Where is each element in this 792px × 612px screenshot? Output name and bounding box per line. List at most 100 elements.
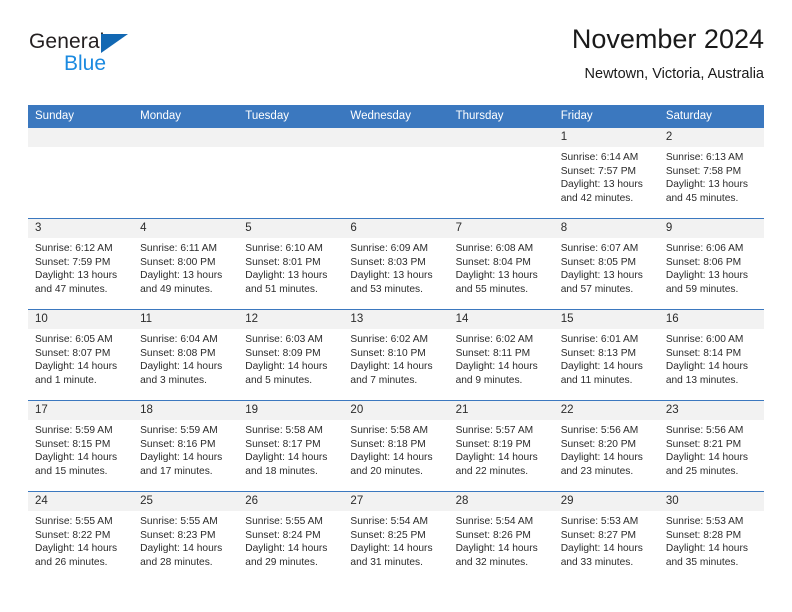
calendar-day-cell[interactable]: 1 Sunrise: 6:14 AM Sunset: 7:57 PM Daylight… [553, 128, 659, 219]
calendar-day-cell[interactable]: 30 Sunrise: 5:53 AM Sunset: 8:28 PM Dayligh… [658, 491, 764, 582]
daylight-duration-line1: Daylight: 14 hours [140, 543, 223, 555]
weekday-header: Sunday Monday Tuesday Wednesday Thursday Frid… [28, 105, 764, 128]
day-number: 29 [553, 492, 659, 511]
day-number: 5 [238, 219, 344, 238]
daylight-duration-line2: and 59 minutes. [665, 283, 739, 295]
daylight-duration-line2: and 29 minutes. [245, 556, 318, 568]
day-number: 4 [133, 219, 239, 238]
sunset-time: Sunset: 8:24 PM [245, 529, 321, 541]
day-box: 18 Sunrise: 5:59 AM Sunset: 8:16 PM Dayligh… [133, 401, 239, 491]
daylight-duration-line2: and 28 minutes. [140, 556, 213, 568]
day-sun-info: Sunrise: 6:13 AM Sunset: 7:58 PM Daylight:… [659, 147, 764, 205]
day-sun-info: Sunrise: 6:05 AM Sunset: 8:07 PM Daylight:… [28, 329, 133, 387]
day-sun-info: Sunrise: 5:55 AM Sunset: 8:23 PM Daylight:… [133, 511, 238, 569]
day-number: 8 [553, 219, 659, 238]
weekday-header-wednesday: Wednesday [343, 105, 449, 128]
day-box: 22 Sunrise: 5:56 AM Sunset: 8:20 PM Dayligh… [553, 401, 659, 491]
calendar-day-cell[interactable]: 21 Sunrise: 5:57 AM Sunset: 8:19 PM Dayligh… [448, 400, 554, 492]
sunrise-time: Sunrise: 6:13 AM [665, 152, 744, 163]
calendar-day-cell[interactable]: 9 Sunrise: 6:06 AM Sunset: 8:06 PM Daylight… [658, 218, 764, 310]
daylight-duration-line2: and 26 minutes. [35, 556, 108, 568]
day-box: 14 Sunrise: 6:02 AM Sunset: 8:11 PM Dayligh… [448, 310, 554, 400]
calendar-day-cell[interactable]: 17 Sunrise: 5:59 AM Sunset: 8:15 PM Dayligh… [28, 400, 134, 492]
calendar-day-cell[interactable]: 6 Sunrise: 6:09 AM Sunset: 8:03 PM Daylight… [343, 218, 449, 310]
daylight-duration-line1: Daylight: 14 hours [245, 361, 328, 373]
daylight-duration-line2: and 9 minutes. [455, 374, 523, 386]
day-sun-info: Sunrise: 5:59 AM Sunset: 8:15 PM Daylight:… [28, 420, 133, 478]
sunset-time: Sunset: 8:27 PM [560, 529, 637, 541]
daylight-duration-line1: Daylight: 14 hours [665, 543, 748, 555]
calendar-day-cell[interactable]: 29 Sunrise: 5:53 AM Sunset: 8:27 PM Dayligh… [553, 491, 659, 582]
day-number: 17 [28, 401, 134, 420]
day-sun-info: Sunrise: 6:10 AM Sunset: 8:01 PM Daylight:… [238, 238, 343, 296]
sunrise-time: Sunrise: 6:08 AM [455, 243, 534, 254]
calendar-day-cell[interactable]: 12 Sunrise: 6:03 AM Sunset: 8:09 PM Dayligh… [238, 309, 344, 401]
day-sun-info: Sunrise: 6:06 AM Sunset: 8:06 PM Daylight:… [659, 238, 764, 296]
day-box: 13 Sunrise: 6:02 AM Sunset: 8:10 PM Dayligh… [343, 310, 449, 400]
sunrise-time: Sunrise: 6:14 AM [560, 152, 639, 163]
sunset-time: Sunset: 8:15 PM [35, 438, 111, 450]
calendar-day-cell[interactable]: 7 Sunrise: 6:08 AM Sunset: 8:04 PM Daylight… [448, 218, 554, 310]
calendar-header-row: Sunday Monday Tuesday Wednesday Thursday Frid… [28, 105, 764, 128]
sunrise-time: Sunrise: 5:53 AM [560, 516, 639, 527]
calendar-day-cell[interactable]: 16 Sunrise: 6:00 AM Sunset: 8:14 PM Dayligh… [658, 309, 764, 401]
day-number: 27 [343, 492, 449, 511]
daylight-duration-line2: and 11 minutes. [560, 374, 633, 386]
calendar-day-cell[interactable]: 18 Sunrise: 5:59 AM Sunset: 8:16 PM Dayligh… [133, 400, 239, 492]
calendar-day-cell[interactable]: 19 Sunrise: 5:58 AM Sunset: 8:17 PM Dayligh… [238, 400, 344, 492]
calendar-day-cell[interactable]: 3 Sunrise: 6:12 AM Sunset: 7:59 PM Daylight… [28, 218, 134, 310]
calendar-cell-empty [238, 128, 344, 219]
daylight-duration-line1: Daylight: 14 hours [35, 452, 118, 464]
day-number: 9 [658, 219, 764, 238]
day-number: 22 [553, 401, 659, 420]
calendar-week-row: 17 Sunrise: 5:59 AM Sunset: 8:15 PM Dayligh… [28, 400, 764, 492]
calendar-day-cell[interactable]: 15 Sunrise: 6:01 AM Sunset: 8:13 PM Dayligh… [553, 309, 659, 401]
daylight-duration-line1: Daylight: 14 hours [350, 543, 433, 555]
day-sun-info: Sunrise: 5:53 AM Sunset: 8:28 PM Daylight:… [659, 511, 764, 569]
daylight-duration-line2: and 25 minutes. [665, 465, 739, 477]
calendar-day-cell[interactable]: 8 Sunrise: 6:07 AM Sunset: 8:05 PM Daylight… [553, 218, 659, 310]
brand-name-general: General [29, 30, 105, 53]
calendar-day-cell[interactable]: 24 Sunrise: 5:55 AM Sunset: 8:22 PM Dayligh… [28, 491, 134, 582]
calendar-day-cell[interactable]: 4 Sunrise: 6:11 AM Sunset: 8:00 PM Daylight… [133, 218, 239, 310]
daylight-duration-line1: Daylight: 13 hours [665, 270, 748, 282]
calendar-day-cell[interactable]: 14 Sunrise: 6:02 AM Sunset: 8:11 PM Dayligh… [448, 309, 554, 401]
calendar-day-cell[interactable]: 11 Sunrise: 6:04 AM Sunset: 8:08 PM Dayligh… [133, 309, 239, 401]
brand-logo[interactable]: General Blue [28, 28, 218, 84]
calendar-day-cell[interactable]: 25 Sunrise: 5:55 AM Sunset: 8:23 PM Dayligh… [133, 491, 239, 582]
calendar-day-cell[interactable]: 22 Sunrise: 5:56 AM Sunset: 8:20 PM Dayligh… [553, 400, 659, 492]
daylight-duration-line1: Daylight: 13 hours [35, 270, 118, 282]
daylight-duration-line2: and 32 minutes. [455, 556, 529, 568]
triangle-icon [101, 34, 128, 53]
calendar-day-cell[interactable]: 13 Sunrise: 6:02 AM Sunset: 8:10 PM Dayligh… [343, 309, 449, 401]
day-sun-info: Sunrise: 6:02 AM Sunset: 8:10 PM Daylight:… [343, 329, 448, 387]
calendar-day-cell[interactable]: 26 Sunrise: 5:55 AM Sunset: 8:24 PM Dayligh… [238, 491, 344, 582]
day-number: 13 [343, 310, 449, 329]
day-box: 20 Sunrise: 5:58 AM Sunset: 8:18 PM Dayligh… [343, 401, 449, 491]
calendar-day-cell[interactable]: 5 Sunrise: 6:10 AM Sunset: 8:01 PM Daylight… [238, 218, 344, 310]
daylight-duration-line1: Daylight: 14 hours [455, 452, 538, 464]
calendar-day-cell[interactable]: 20 Sunrise: 5:58 AM Sunset: 8:18 PM Dayligh… [343, 400, 449, 492]
calendar-day-cell[interactable]: 2 Sunrise: 6:13 AM Sunset: 7:58 PM Daylight… [658, 128, 764, 219]
calendar-day-cell[interactable]: 27 Sunrise: 5:54 AM Sunset: 8:25 PM Dayligh… [343, 491, 449, 582]
weekday-header-thursday: Thursday [448, 105, 554, 128]
weekday-header-tuesday: Tuesday [238, 105, 344, 128]
day-sun-info: Sunrise: 5:59 AM Sunset: 8:16 PM Daylight:… [133, 420, 238, 478]
calendar-day-cell[interactable]: 23 Sunrise: 5:56 AM Sunset: 8:21 PM Dayligh… [658, 400, 764, 492]
daylight-duration-line1: Daylight: 14 hours [35, 361, 118, 373]
calendar-day-cell[interactable]: 10 Sunrise: 6:05 AM Sunset: 8:07 PM Dayligh… [28, 309, 134, 401]
calendar-cell-empty [448, 128, 554, 219]
day-box: 30 Sunrise: 5:53 AM Sunset: 8:28 PM Dayligh… [658, 492, 764, 582]
day-box [238, 128, 344, 218]
daylight-duration-line2: and 51 minutes. [245, 283, 318, 295]
day-number: 23 [658, 401, 764, 420]
sunset-time: Sunset: 8:22 PM [35, 529, 111, 541]
day-box: 21 Sunrise: 5:57 AM Sunset: 8:19 PM Dayligh… [448, 401, 554, 491]
daylight-duration-line1: Daylight: 14 hours [665, 361, 748, 373]
day-box: 2 Sunrise: 6:13 AM Sunset: 7:58 PM Daylight… [658, 128, 764, 218]
calendar-day-cell[interactable]: 28 Sunrise: 5:54 AM Sunset: 8:26 PM Dayligh… [448, 491, 554, 582]
daylight-duration-line2: and 55 minutes. [455, 283, 529, 295]
sunrise-time: Sunrise: 5:58 AM [245, 425, 323, 436]
day-sun-info: Sunrise: 5:55 AM Sunset: 8:24 PM Daylight:… [238, 511, 343, 569]
sunset-time: Sunset: 8:05 PM [560, 256, 637, 268]
